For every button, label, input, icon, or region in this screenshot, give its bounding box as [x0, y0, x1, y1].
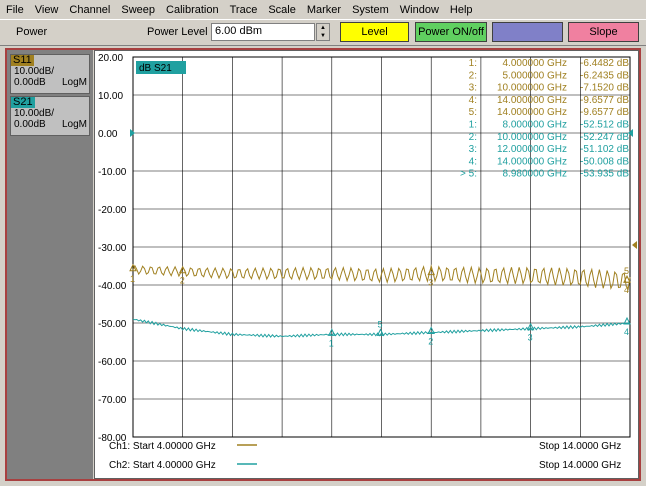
marker-table-freq: 8.980000 GHz: [503, 169, 568, 180]
marker-number-label: 5: [378, 319, 383, 329]
marker-table-id: 3:: [469, 83, 477, 94]
y-tick-label: -70.00: [98, 395, 127, 406]
power-level-spinner[interactable]: ▲ ▼: [316, 23, 330, 41]
marker-table-id: 5:: [469, 107, 477, 118]
marker-table-value: -51.102 dB: [580, 144, 629, 155]
marker-table-value: -50.008 dB: [580, 156, 629, 167]
spin-down-icon[interactable]: ▼: [317, 32, 329, 40]
menu-help[interactable]: Help: [444, 4, 478, 16]
plot-svg: 20.00 10.00 0.00 -10.00 -20.00 -30.00 -40.00 -5…: [98, 53, 637, 471]
marker-table-freq: 10.000000 GHz: [497, 83, 567, 94]
level-button[interactable]: Level: [340, 22, 409, 42]
marker-table-freq: 4.000000 GHz: [503, 58, 568, 69]
menu-window[interactable]: Window: [394, 4, 444, 16]
marker-table-id: 1:: [469, 58, 477, 69]
marker-number-label: 1: [130, 274, 135, 284]
marker-number-label: 5: [624, 266, 629, 276]
marker-table-id: 4:: [469, 95, 477, 106]
menu-channel[interactable]: Channel: [63, 4, 115, 16]
trace-s21-format: LogM: [61, 119, 87, 130]
marker-table-value: -52.512 dB: [580, 120, 629, 131]
marker-table-value: -53.935 dB: [580, 169, 629, 180]
marker-table-freq: 14.000000 GHz: [497, 95, 567, 106]
y-tick-label: -30.00: [98, 243, 127, 254]
power-level-label: Power Level: [147, 26, 208, 38]
marker-number-label: 4: [624, 285, 629, 295]
marker-table-id: 1:: [469, 120, 477, 131]
y-tick-label: -60.00: [98, 357, 127, 368]
trace-s11-status[interactable]: S11 10.00dB/ 0.00dB LogM: [10, 54, 90, 94]
marker-table-value: -7.1520 dB: [580, 83, 629, 94]
blank-softkey-button[interactable]: [492, 22, 563, 42]
plot-area[interactable]: 20.00 10.00 0.00 -10.00 -20.00 -30.00 -40.00 -5…: [94, 50, 639, 479]
menu-trace[interactable]: Trace: [224, 4, 263, 16]
marker-table-id: 4:: [469, 156, 477, 167]
marker-table-value: -9.6577 dB: [580, 95, 629, 106]
marker-table-freq: 8.000000 GHz: [503, 120, 568, 131]
y-tick-label: -50.00: [98, 319, 127, 330]
marker-table-freq: 5.000000 GHz: [503, 70, 568, 81]
ch2-start: Ch2: Start 4.00000 GHz: [109, 460, 216, 471]
marker-table-value: -9.6577 dB: [580, 107, 629, 118]
menu-file[interactable]: File: [0, 4, 29, 16]
marker-number-label: 1: [329, 338, 334, 348]
marker-table-id: 2:: [469, 70, 477, 81]
marker-table-value: -6.2435 dB: [580, 70, 629, 81]
marker-table-freq: 14.000000 GHz: [497, 156, 567, 167]
y-tick-label: -20.00: [98, 205, 127, 216]
softkey-toolbar: Power Power Level 6.00 dBm ▲ ▼ Level Pow…: [0, 19, 646, 46]
y-tick-label: -40.00: [98, 281, 127, 292]
marker-table-value: -52.247 dB: [580, 132, 629, 143]
marker-table-id: > 5:: [460, 169, 477, 180]
menu-system[interactable]: System: [346, 4, 394, 16]
marker-table-freq: 12.000000 GHz: [497, 144, 567, 155]
active-trace-label: dB S21: [139, 63, 172, 74]
mode-label: Power: [16, 26, 48, 38]
marker-number-label: 4: [624, 327, 629, 337]
power-level-input[interactable]: 6.00 dBm: [211, 23, 315, 41]
trace-s11-format: LogM: [61, 77, 87, 88]
marker-number-label: 2: [180, 276, 185, 286]
trace-s11-ref: 0.00dB: [14, 77, 46, 88]
menu-view[interactable]: View: [29, 4, 64, 16]
marker-table-value: -6.4482 dB: [580, 58, 629, 69]
power-onoff-button[interactable]: Power ON/off: [415, 22, 487, 42]
menu-bar: File View Channel Sweep Calibration Trac…: [0, 0, 646, 19]
marker-table-freq: 10.000000 GHz: [497, 132, 567, 143]
marker-table-freq: 14.000000 GHz: [497, 107, 567, 118]
y-tick-label: -10.00: [98, 167, 127, 178]
spin-up-icon[interactable]: ▲: [317, 24, 329, 32]
marker-number-label: 2: [428, 337, 433, 347]
menu-scale[interactable]: Scale: [262, 4, 301, 16]
marker-number-label: 3: [428, 278, 433, 288]
menu-calibration[interactable]: Calibration: [160, 4, 224, 16]
y-tick-label: 20.00: [98, 53, 123, 64]
trace-s11-name: S11: [11, 54, 34, 66]
trace-s21-ref: 0.00dB: [14, 119, 46, 130]
marker-table-id: 3:: [469, 144, 477, 155]
trace-s21-scale: 10.00dB/: [14, 108, 55, 119]
trace-s11-scale: 10.00dB/: [14, 66, 55, 77]
ch1-stop: Stop 14.0000 GHz: [539, 441, 621, 452]
ch1-start: Ch1: Start 4.00000 GHz: [109, 441, 216, 452]
marker-table-id: 2:: [469, 132, 477, 143]
marker-number-label: 3: [528, 333, 533, 343]
s11-ref-arrow-icon: [632, 241, 637, 249]
trace-s21-name: S21: [11, 96, 35, 108]
y-tick-label: 0.00: [98, 129, 118, 140]
y-tick-label: 10.00: [98, 91, 123, 102]
menu-marker[interactable]: Marker: [301, 4, 346, 16]
ch2-stop: Stop 14.0000 GHz: [539, 460, 621, 471]
trace-s21-status[interactable]: S21 10.00dB/ 0.00dB LogM: [10, 96, 90, 136]
menu-sweep[interactable]: Sweep: [115, 4, 160, 16]
slope-button[interactable]: Slope: [568, 22, 639, 42]
